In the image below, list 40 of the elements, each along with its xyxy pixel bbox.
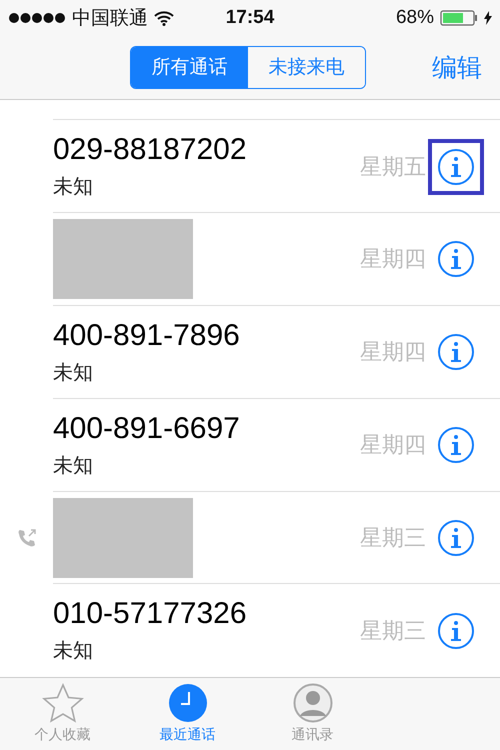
call-label: 未知: [53, 175, 94, 200]
phone-number: 029-88187202: [53, 133, 248, 168]
call-day: 星期三: [360, 616, 426, 646]
info-icon: [449, 620, 463, 642]
clock-icon: [168, 683, 208, 724]
call-day: 星期四: [360, 244, 426, 274]
tab-bar-item[interactable]: 通讯录: [250, 678, 375, 750]
info-button[interactable]: [438, 612, 474, 649]
info-icon: [449, 341, 463, 364]
battery-percent: 68%: [396, 6, 434, 29]
segment-tab[interactable]: 所有通话: [131, 46, 248, 88]
phone-number: 400-891-7896: [53, 318, 241, 353]
info-icon: [449, 156, 463, 178]
info-button[interactable]: [438, 427, 474, 464]
contact-icon: [292, 683, 332, 724]
phone-number: 010-57177326: [53, 597, 248, 632]
call-day: 星期四: [360, 337, 426, 368]
info-icon: [449, 248, 463, 270]
call-label: 未知: [53, 639, 94, 664]
signal-icon: [8, 12, 66, 24]
info-button[interactable]: [438, 148, 474, 185]
info-icon: [449, 527, 463, 550]
call-day: 星期五: [360, 152, 426, 182]
battery-icon: [440, 10, 478, 26]
tab-bar-item[interactable]: 个人收藏: [0, 678, 125, 750]
info-button[interactable]: [438, 520, 474, 556]
tab-bar-item[interactable]: 最近通话: [125, 678, 250, 750]
carrier-name: 中国联通: [72, 6, 148, 31]
wifi-icon: [154, 10, 174, 26]
phone-number: 400-891-6697: [53, 412, 241, 446]
call-day: 星期三: [360, 523, 426, 554]
info-icon: [449, 434, 463, 456]
info-button[interactable]: [438, 241, 474, 278]
info-button[interactable]: [438, 334, 474, 370]
status-time: 17:54: [226, 6, 274, 29]
call-label: 未知: [53, 360, 94, 386]
star-icon: [42, 683, 84, 724]
call-day: 星期四: [360, 430, 426, 460]
edit-button[interactable]: 编辑: [426, 50, 488, 85]
call-label: 未知: [53, 454, 94, 479]
